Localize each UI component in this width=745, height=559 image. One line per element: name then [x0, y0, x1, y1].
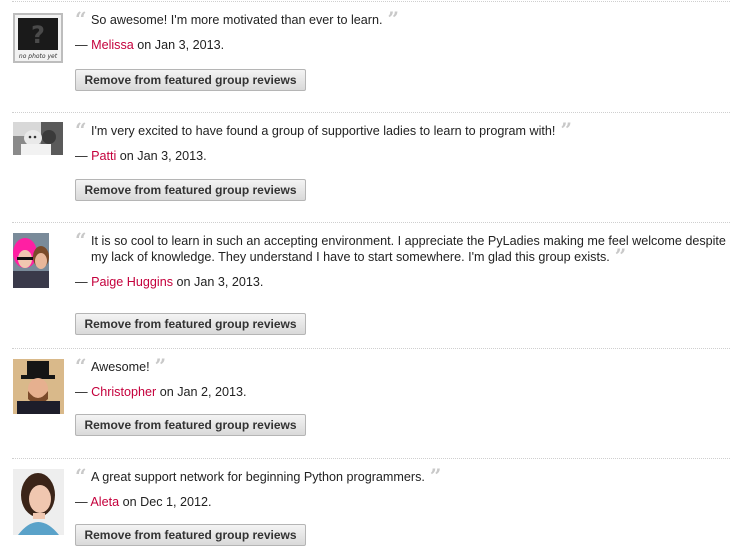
review-quote: “ Awesome! ” — [75, 354, 730, 378]
quote-text: A great support network for beginning Py… — [91, 470, 425, 484]
close-quote-icon: ” — [429, 464, 442, 488]
open-quote-icon: “ — [75, 354, 87, 378]
dash: — — [75, 495, 88, 509]
review-quote: “It is so cool to learn in such an accep… — [75, 228, 730, 268]
baby-photo-avatar[interactable] — [13, 122, 63, 155]
author-link[interactable]: Christopher — [91, 385, 156, 399]
review-date: on Jan 3, 2013. — [119, 149, 207, 163]
review-date: on Jan 2, 2013. — [159, 385, 247, 399]
close-quote-icon: ” — [614, 244, 627, 268]
review-meta: — Patti on Jan 3, 2013. — [75, 148, 730, 164]
woman-portrait-photo-avatar[interactable] — [13, 469, 64, 535]
remove-featured-button[interactable]: Remove from featured group reviews — [75, 179, 306, 201]
svg-text:?: ? — [31, 21, 45, 49]
remove-featured-button[interactable]: Remove from featured group reviews — [75, 69, 306, 91]
review-item: “It is so cool to learn in such an accep… — [12, 222, 730, 348]
review-date: on Jan 3, 2013. — [176, 275, 264, 289]
quote-text: It is so cool to learn in such an accept… — [91, 234, 726, 264]
pink-wig-photo-avatar[interactable] — [13, 233, 49, 288]
author-link[interactable]: Patti — [91, 149, 116, 163]
review-item: “ A great support network for beginning P… — [12, 458, 730, 559]
remove-featured-button[interactable]: Remove from featured group reviews — [75, 313, 306, 335]
remove-featured-button[interactable]: Remove from featured group reviews — [75, 414, 306, 436]
dash: — — [75, 275, 88, 289]
close-quote-icon: ” — [154, 354, 167, 378]
open-quote-icon: “ — [75, 7, 87, 31]
remove-featured-button[interactable]: Remove from featured group reviews — [75, 524, 306, 546]
open-quote-icon: “ — [75, 228, 87, 252]
review-meta: — Aleta on Dec 1, 2012. — [75, 494, 730, 510]
open-quote-icon: “ — [75, 118, 87, 142]
dash: — — [75, 385, 88, 399]
review-date: on Jan 3, 2013. — [137, 38, 225, 52]
review-quote: “ A great support network for beginning P… — [75, 464, 730, 488]
author-link[interactable]: Paige Huggins — [91, 275, 173, 289]
open-quote-icon: “ — [75, 464, 87, 488]
review-quote: “ I'm very excited to have found a group … — [75, 118, 730, 142]
dash: — — [75, 38, 88, 52]
no-photo-text: no photo yet — [19, 53, 58, 60]
review-item: ? no photo yet “ So awesome! I'm more mot… — [12, 1, 730, 112]
review-meta: — Christopher on Jan 2, 2013. — [75, 384, 730, 400]
close-quote-icon: ” — [387, 7, 400, 31]
quote-text: So awesome! I'm more motivated than ever… — [91, 13, 383, 27]
author-link[interactable]: Aleta — [90, 495, 119, 509]
review-meta: — Paige Huggins on Jan 3, 2013. — [75, 274, 730, 290]
close-quote-icon: ” — [560, 118, 572, 142]
review-item: “ I'm very excited to have found a group … — [12, 112, 730, 222]
review-date: on Dec 1, 2012. — [122, 495, 212, 509]
dash: — — [75, 149, 88, 163]
no-photo-avatar[interactable]: ? no photo yet — [13, 13, 63, 63]
review-item: “ Awesome! ” — Christopher on Jan 2, 2013.… — [12, 348, 730, 458]
quote-text: Awesome! — [91, 360, 150, 374]
review-meta: — Melissa on Jan 3, 2013. — [75, 37, 730, 53]
featured-reviews-list: ? no photo yet “ So awesome! I'm more mot… — [0, 0, 745, 558]
review-quote: “ So awesome! I'm more motivated than eve… — [75, 7, 730, 31]
quote-text: I'm very excited to have found a group o… — [91, 124, 556, 138]
top-hat-photo-avatar[interactable] — [13, 359, 64, 414]
author-link[interactable]: Melissa — [91, 38, 134, 52]
